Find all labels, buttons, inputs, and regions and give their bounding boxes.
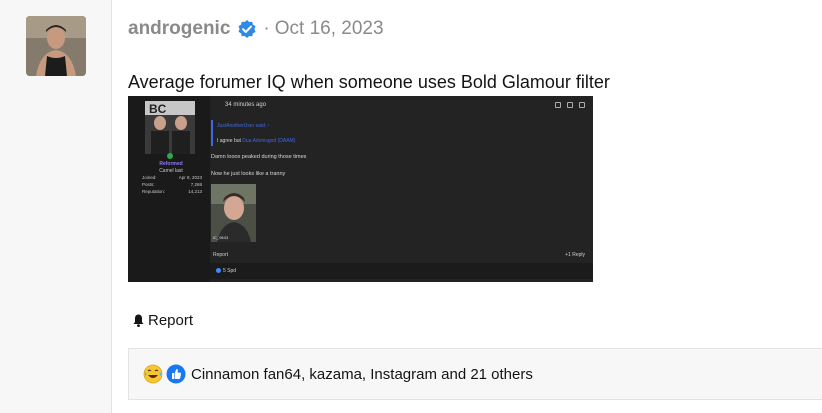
- thumbs-up-like-icon: [166, 364, 186, 384]
- report-button[interactable]: Report: [131, 312, 193, 329]
- stat-value: 7,268: [190, 182, 202, 187]
- laughing-crying-emoji-icon: [143, 364, 163, 384]
- screenshot-post-line: Now he just looks like a tranny: [211, 171, 286, 177]
- screenshot-attached-photo: IC_ 05:03: [211, 184, 256, 242]
- post-date-link[interactable]: Oct 16, 2023: [275, 18, 384, 40]
- stat-value: Apr 8, 2023: [178, 175, 202, 180]
- share-icon: [555, 102, 561, 108]
- quote-bar: [211, 120, 213, 146]
- bell-icon: [131, 313, 146, 328]
- photo-caption: IC_ 05:03: [213, 236, 229, 240]
- screenshot-reaction-summary: 5 Spd: [216, 268, 236, 274]
- avatar-photo: [26, 16, 86, 76]
- screenshot-report-link: Report: [213, 252, 229, 258]
- screenshot-avatar: BC: [145, 101, 195, 154]
- post-number-icon: [579, 102, 585, 108]
- screenshot-user-role: Reformed: [159, 161, 183, 167]
- stat-label: Reputation:: [142, 189, 166, 194]
- screenshot-post-tools: [555, 102, 585, 108]
- screenshot-reaction-text: 5 Spd: [223, 268, 237, 274]
- screenshot-stat-row: Joined: Apr 8, 2023: [142, 175, 202, 180]
- like-icon: [216, 268, 221, 274]
- quote-header: JustAnotherUser said: ↑: [217, 123, 271, 129]
- quote-text-plain: I agree but: [217, 138, 241, 144]
- avatar[interactable]: [26, 16, 86, 76]
- stat-label: Joined:: [142, 175, 157, 180]
- screenshot-react-reply: +1 Reply: [565, 252, 585, 258]
- stat-label: Posts:: [142, 182, 155, 187]
- reactions-bar[interactable]: Cinnamon fan64, kazama, Instagram and 21…: [128, 348, 822, 400]
- post-header: androgenic · Oct 16, 2023: [128, 16, 384, 42]
- verified-badge-icon: [237, 19, 257, 39]
- quote-mention-link: Dua Adonisgod (DAAM): [242, 138, 296, 144]
- reaction-icons: [143, 364, 186, 384]
- username-link[interactable]: androgenic: [128, 18, 230, 40]
- screenshot-stat-row: Reputation: 14,213: [142, 189, 202, 194]
- screenshot-post-line: Damn looox peaked during those times: [211, 154, 307, 160]
- embedded-screenshot-image[interactable]: BC Reformed Camel last Joined: Apr 8, 20…: [128, 96, 593, 282]
- screenshot-reaction-bar: [210, 263, 593, 279]
- quote-text: I agree but Dua Adonisgod (DAAM): [217, 138, 295, 144]
- screenshot-timestamp: 34 minutes ago: [225, 102, 267, 108]
- bookmark-icon: [567, 102, 573, 108]
- header-separator: ·: [263, 18, 270, 39]
- online-status-icon: [167, 153, 173, 159]
- stat-value: 14,213: [188, 189, 202, 194]
- screenshot-user-title: Camel last: [159, 168, 183, 174]
- svg-text:BC: BC: [149, 102, 167, 116]
- reaction-summary-link[interactable]: Cinnamon fan64, kazama, Instagram and 21…: [191, 366, 533, 383]
- screenshot-stat-row: Posts: 7,268: [142, 182, 202, 187]
- post-body-text: Average forumer IQ when someone uses Bol…: [128, 72, 610, 92]
- report-label: Report: [148, 312, 194, 329]
